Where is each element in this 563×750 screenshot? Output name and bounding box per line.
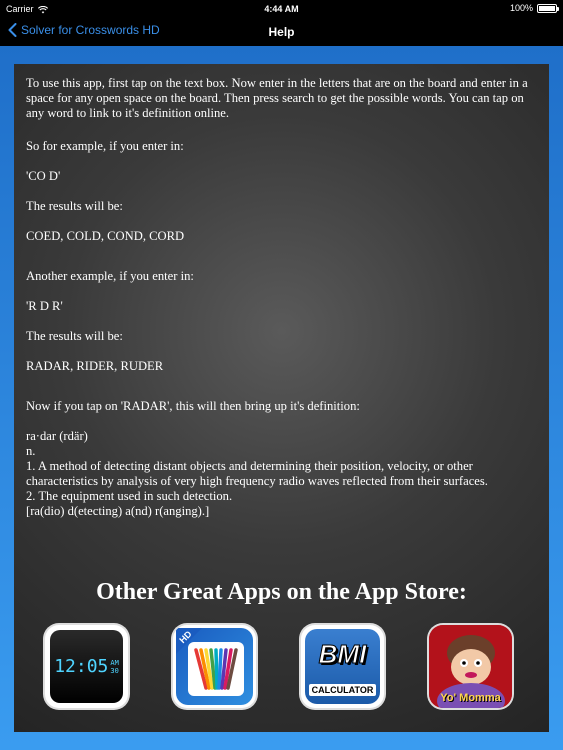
- definition-pos: n.: [26, 444, 36, 458]
- navigation-bar: Solver for Crosswords HD Help: [0, 18, 563, 46]
- clock-face: 12:05 AM 30: [50, 630, 123, 703]
- clock-am: AM: [110, 658, 119, 667]
- help-intro: To use this app, first tap on the text b…: [26, 76, 528, 120]
- pencils-background: HD: [176, 628, 253, 705]
- help-text: To use this app, first tap on the text b…: [26, 76, 536, 519]
- example1-lead: So for example, if you enter in:: [26, 139, 184, 153]
- battery-indicator: 100%: [509, 3, 559, 13]
- example1-input: 'CO D': [26, 169, 61, 183]
- example2-results-lead: The results will be:: [26, 329, 123, 343]
- bmi-subtitle: CALCULATOR: [309, 684, 376, 696]
- bmi-calculator-app-icon[interactable]: BMI CALCULATOR: [301, 625, 384, 708]
- clock-seconds: 30: [110, 666, 119, 675]
- yo-momma-caption: Yo' Momma: [440, 692, 501, 704]
- clock-time-text: 12:05: [54, 656, 109, 677]
- bmi-title: BMI: [318, 639, 367, 670]
- example2-results: RADAR, RIDER, RUDER: [26, 359, 164, 373]
- alarm-clock-app-icon[interactable]: 12:05 AM 30: [45, 625, 128, 708]
- colored-pencils-app-icon[interactable]: HD: [173, 625, 256, 708]
- example2-input: 'R D R': [26, 299, 63, 313]
- yo-momma-app-icon[interactable]: Yo' Momma: [429, 625, 512, 708]
- example1-results-lead: The results will be:: [26, 199, 123, 213]
- promo-heading: Other Great Apps on the App Store:: [96, 579, 467, 605]
- status-time: 4:44 AM: [264, 4, 299, 14]
- example2-lead: Another example, if you enter in:: [26, 269, 194, 283]
- promo-apps: 12:05 AM 30 HD BMI CALCULATOR Yo' Momma: [14, 625, 549, 709]
- help-panel: To use this app, first tap on the text b…: [14, 64, 549, 732]
- example1-results: COED, COLD, COND, CORD: [26, 229, 185, 243]
- battery-percent: 100%: [509, 3, 533, 13]
- battery-icon: [537, 3, 559, 13]
- definition-etymology: [ra(dio) d(etecting) a(nd) r(anging).]: [26, 504, 210, 518]
- definition-2: 2. The equipment used in such detection.: [26, 489, 233, 503]
- page-title: Help: [268, 25, 295, 39]
- bmi-background: BMI CALCULATOR: [305, 629, 380, 704]
- clock-suffix: AM 30: [110, 659, 118, 675]
- status-bar: Carrier 4:44 AM 100%: [0, 0, 563, 18]
- tap-instruction: Now if you tap on 'RADAR', this will the…: [26, 399, 360, 413]
- definition-word: ra·dar (rdär): [26, 429, 88, 443]
- definition-1: 1. A method of detecting distant objects…: [26, 459, 488, 488]
